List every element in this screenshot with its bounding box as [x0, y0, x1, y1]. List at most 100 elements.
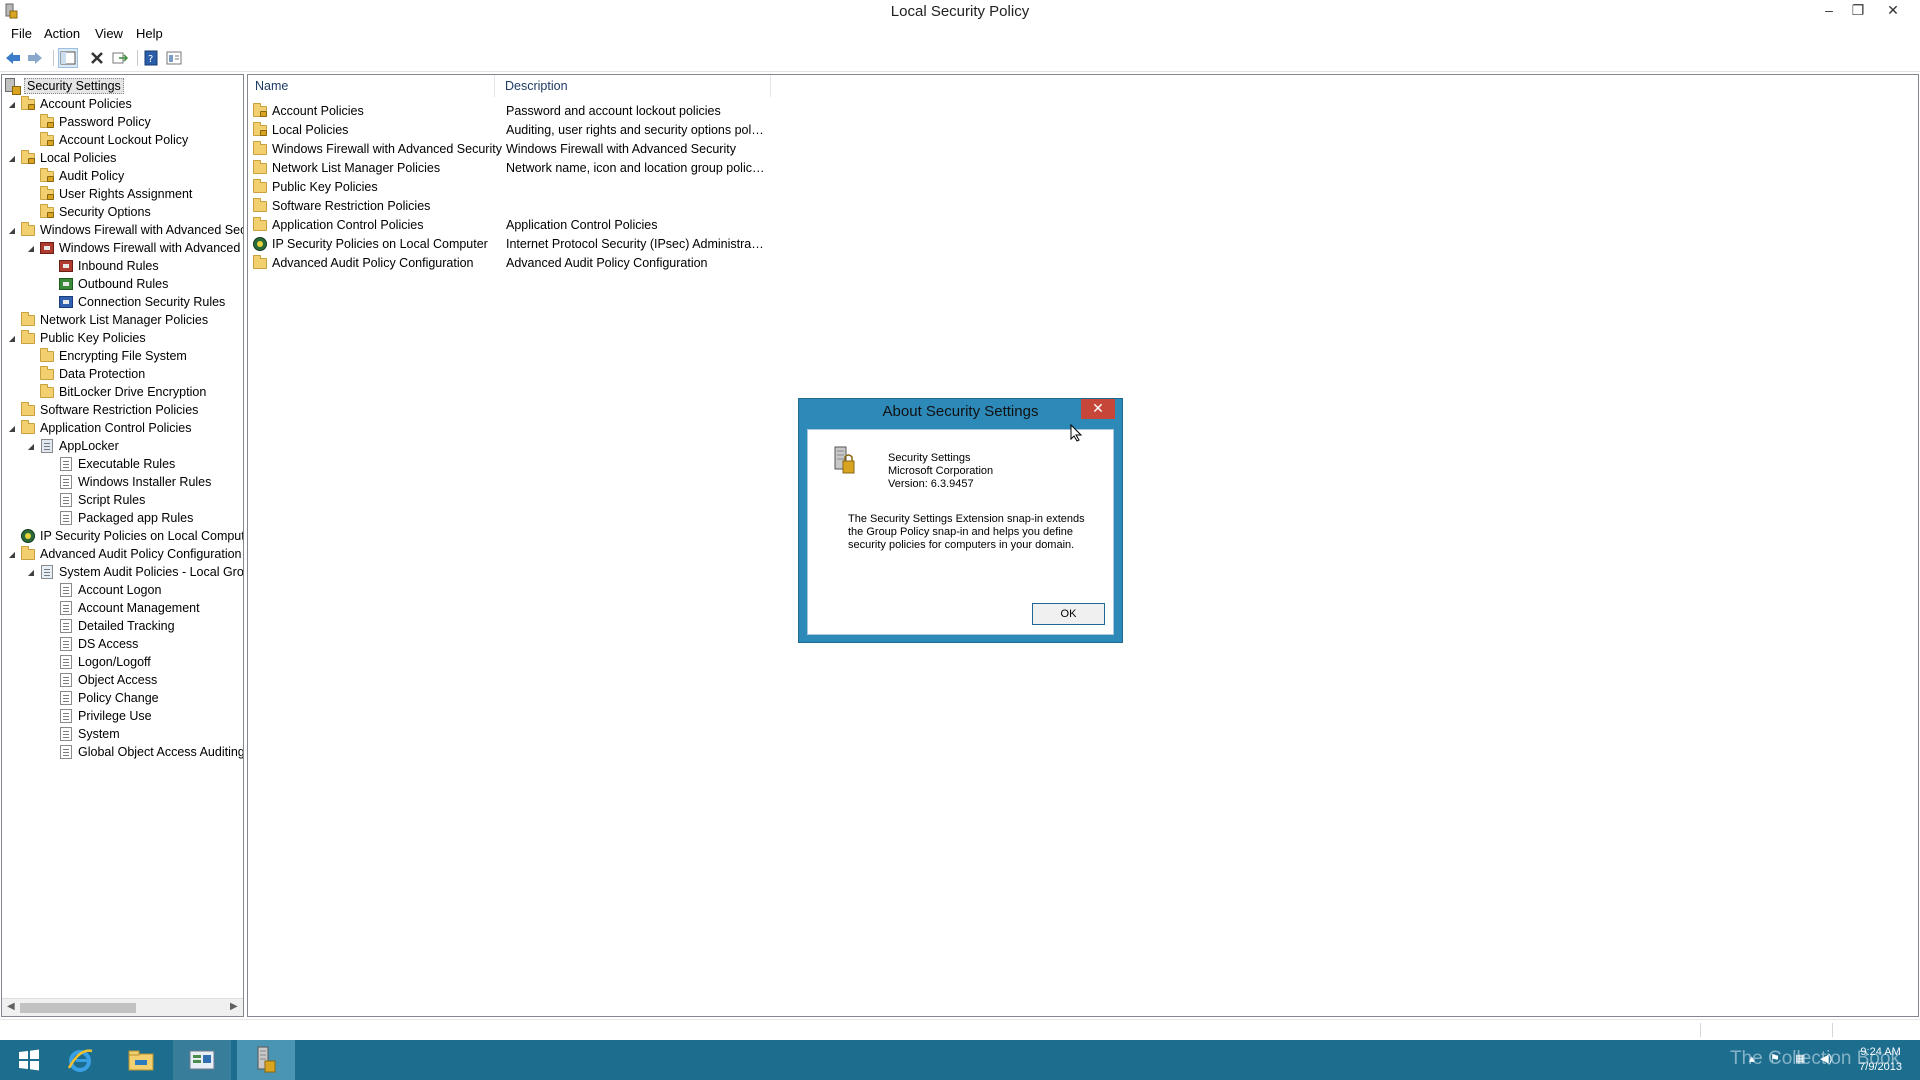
tree-item[interactable]: Account Management [44, 599, 200, 617]
list-row[interactable]: Application Control Policies Application … [252, 215, 1052, 234]
tray-overflow-icon[interactable]: ▴ [1749, 1052, 1755, 1065]
start-icon[interactable] [0, 1040, 58, 1080]
tree-item[interactable]: Windows Installer Rules [44, 473, 211, 491]
tree-item[interactable]: Audit Policy [25, 167, 124, 185]
svg-text:?: ? [148, 54, 153, 65]
tree-horizontal-scrollbar[interactable]: ◀ ▶ [2, 998, 243, 1016]
tree-item-label: Policy Change [78, 691, 159, 705]
tree-item[interactable]: DS Access [44, 635, 138, 653]
rules-icon [58, 474, 74, 490]
tree-item[interactable]: Privilege Use [44, 707, 152, 725]
folder-icon [252, 216, 268, 233]
tree-item[interactable]: ◢ AppLocker [25, 437, 119, 455]
file-explorer-icon[interactable] [112, 1040, 170, 1080]
connection-security-icon [58, 294, 74, 310]
tree-item[interactable]: Security Settings [4, 77, 124, 95]
tree-item[interactable]: Network List Manager Policies [6, 311, 208, 329]
menu-file[interactable]: File [11, 26, 32, 41]
dialog-close-button[interactable]: ✕ [1081, 399, 1115, 419]
tree-item[interactable]: Account Logon [44, 581, 161, 599]
server-manager-icon[interactable] [173, 1040, 231, 1080]
tree-item[interactable]: Script Rules [44, 491, 145, 509]
locked-folder-icon [39, 186, 55, 202]
internet-explorer-icon[interactable] [51, 1040, 109, 1080]
expand-arrow-icon[interactable]: ◢ [6, 226, 18, 235]
column-header-description[interactable]: Description [505, 79, 568, 93]
list-row[interactable]: Account Policies Password and account loc… [252, 101, 1052, 120]
list-row[interactable]: IP Security Policies on Local Computer In… [252, 234, 1052, 253]
scroll-left-icon[interactable]: ◀ [7, 1001, 15, 1012]
restore-button[interactable]: ❐ [1845, 0, 1871, 22]
tree-item[interactable]: Security Options [25, 203, 151, 221]
expand-arrow-icon[interactable]: ◢ [6, 154, 18, 163]
tree-item[interactable]: BitLocker Drive Encryption [25, 383, 206, 401]
tree-item[interactable]: ◢ Local Policies [6, 149, 116, 167]
tree-item[interactable]: ◢ System Audit Policies - Local Grou [25, 563, 243, 581]
tree-item[interactable]: Object Access [44, 671, 157, 689]
expand-arrow-icon[interactable]: ◢ [25, 442, 37, 451]
back-arrow-icon[interactable] [3, 48, 23, 68]
folder-icon [252, 159, 268, 176]
expand-arrow-icon[interactable]: ◢ [6, 100, 18, 109]
delete-icon[interactable] [87, 48, 107, 68]
tree-item[interactable]: Policy Change [44, 689, 159, 707]
tree-item[interactable]: Outbound Rules [44, 275, 168, 293]
expand-arrow-icon[interactable]: ◢ [25, 568, 37, 577]
list-row[interactable]: Software Restriction Policies [252, 196, 1052, 215]
tree-item[interactable]: ◢ Public Key Policies [6, 329, 146, 347]
export-list-icon[interactable] [110, 48, 130, 68]
tree-item[interactable]: ◢ Account Policies [6, 95, 132, 113]
menu-view[interactable]: View [95, 26, 123, 41]
scroll-right-icon[interactable]: ▶ [230, 1001, 238, 1012]
expand-arrow-icon[interactable]: ◢ [6, 334, 18, 343]
list-row[interactable]: Local Policies Auditing, user rights and … [252, 120, 1052, 139]
list-row[interactable]: Network List Manager Policies Network nam… [252, 158, 1052, 177]
tree-item[interactable]: Logon/Logoff [44, 653, 151, 671]
tree-item[interactable]: System [44, 725, 120, 743]
tree-item[interactable]: Password Policy [25, 113, 151, 131]
tree-item[interactable]: Connection Security Rules [44, 293, 225, 311]
action-center-icon[interactable]: ⚑ [1770, 1052, 1780, 1065]
tree-item[interactable]: ◢ Windows Firewall with Advanced [25, 239, 240, 257]
tree-item[interactable]: Software Restriction Policies [6, 401, 198, 419]
tree-item[interactable]: Executable Rules [44, 455, 175, 473]
tree-item[interactable]: Inbound Rules [44, 257, 159, 275]
tree-item[interactable]: IP Security Policies on Local Compute [6, 527, 243, 545]
tree-item[interactable]: Global Object Access Auditing [44, 743, 243, 761]
minimize-button[interactable]: – [1816, 0, 1842, 22]
column-separator[interactable] [770, 75, 771, 97]
tree-item[interactable]: Packaged app Rules [44, 509, 193, 527]
help-icon[interactable]: ? [141, 48, 161, 68]
menu-help[interactable]: Help [136, 26, 163, 41]
close-window-button[interactable]: ✕ [1880, 0, 1906, 22]
tree-item[interactable]: ◢ Advanced Audit Policy Configuration [6, 545, 242, 563]
column-separator[interactable] [494, 75, 495, 97]
system-clock[interactable]: 9:24 AM 7/9/2013 [1859, 1045, 1902, 1075]
ok-button[interactable]: OK [1032, 603, 1105, 625]
show-hide-tree-icon[interactable] [58, 48, 78, 68]
menu-action[interactable]: Action [44, 26, 80, 41]
menu-bar: File Action View Help [0, 24, 1920, 44]
scrollbar-thumb[interactable] [20, 1003, 136, 1013]
folder-icon [39, 366, 55, 382]
list-item-description: Password and account lockout policies [506, 103, 721, 118]
tree-item[interactable]: Detailed Tracking [44, 617, 175, 635]
forward-arrow-icon[interactable] [25, 48, 45, 68]
expand-arrow-icon[interactable]: ◢ [25, 244, 37, 253]
list-row[interactable]: Windows Firewall with Advanced Security W… [252, 139, 1052, 158]
column-header-name[interactable]: Name [255, 79, 288, 93]
tree-item[interactable]: User Rights Assignment [25, 185, 192, 203]
list-row[interactable]: Advanced Audit Policy Configuration Advan… [252, 253, 1052, 272]
volume-icon[interactable]: ◀) [1820, 1052, 1832, 1065]
list-row[interactable]: Public Key Policies [252, 177, 1052, 196]
properties-icon[interactable] [164, 48, 184, 68]
tree-item[interactable]: Data Protection [25, 365, 145, 383]
local-security-policy-icon[interactable] [237, 1040, 295, 1080]
tree-item[interactable]: Account Lockout Policy [25, 131, 188, 149]
tree-item[interactable]: ◢ Windows Firewall with Advanced Sec [6, 221, 243, 239]
tree-item[interactable]: Encrypting File System [25, 347, 187, 365]
tree-item[interactable]: ◢ Application Control Policies [6, 419, 191, 437]
expand-arrow-icon[interactable]: ◢ [6, 550, 18, 559]
expand-arrow-icon[interactable]: ◢ [6, 424, 18, 433]
network-icon[interactable]: ▦ [1795, 1052, 1805, 1065]
